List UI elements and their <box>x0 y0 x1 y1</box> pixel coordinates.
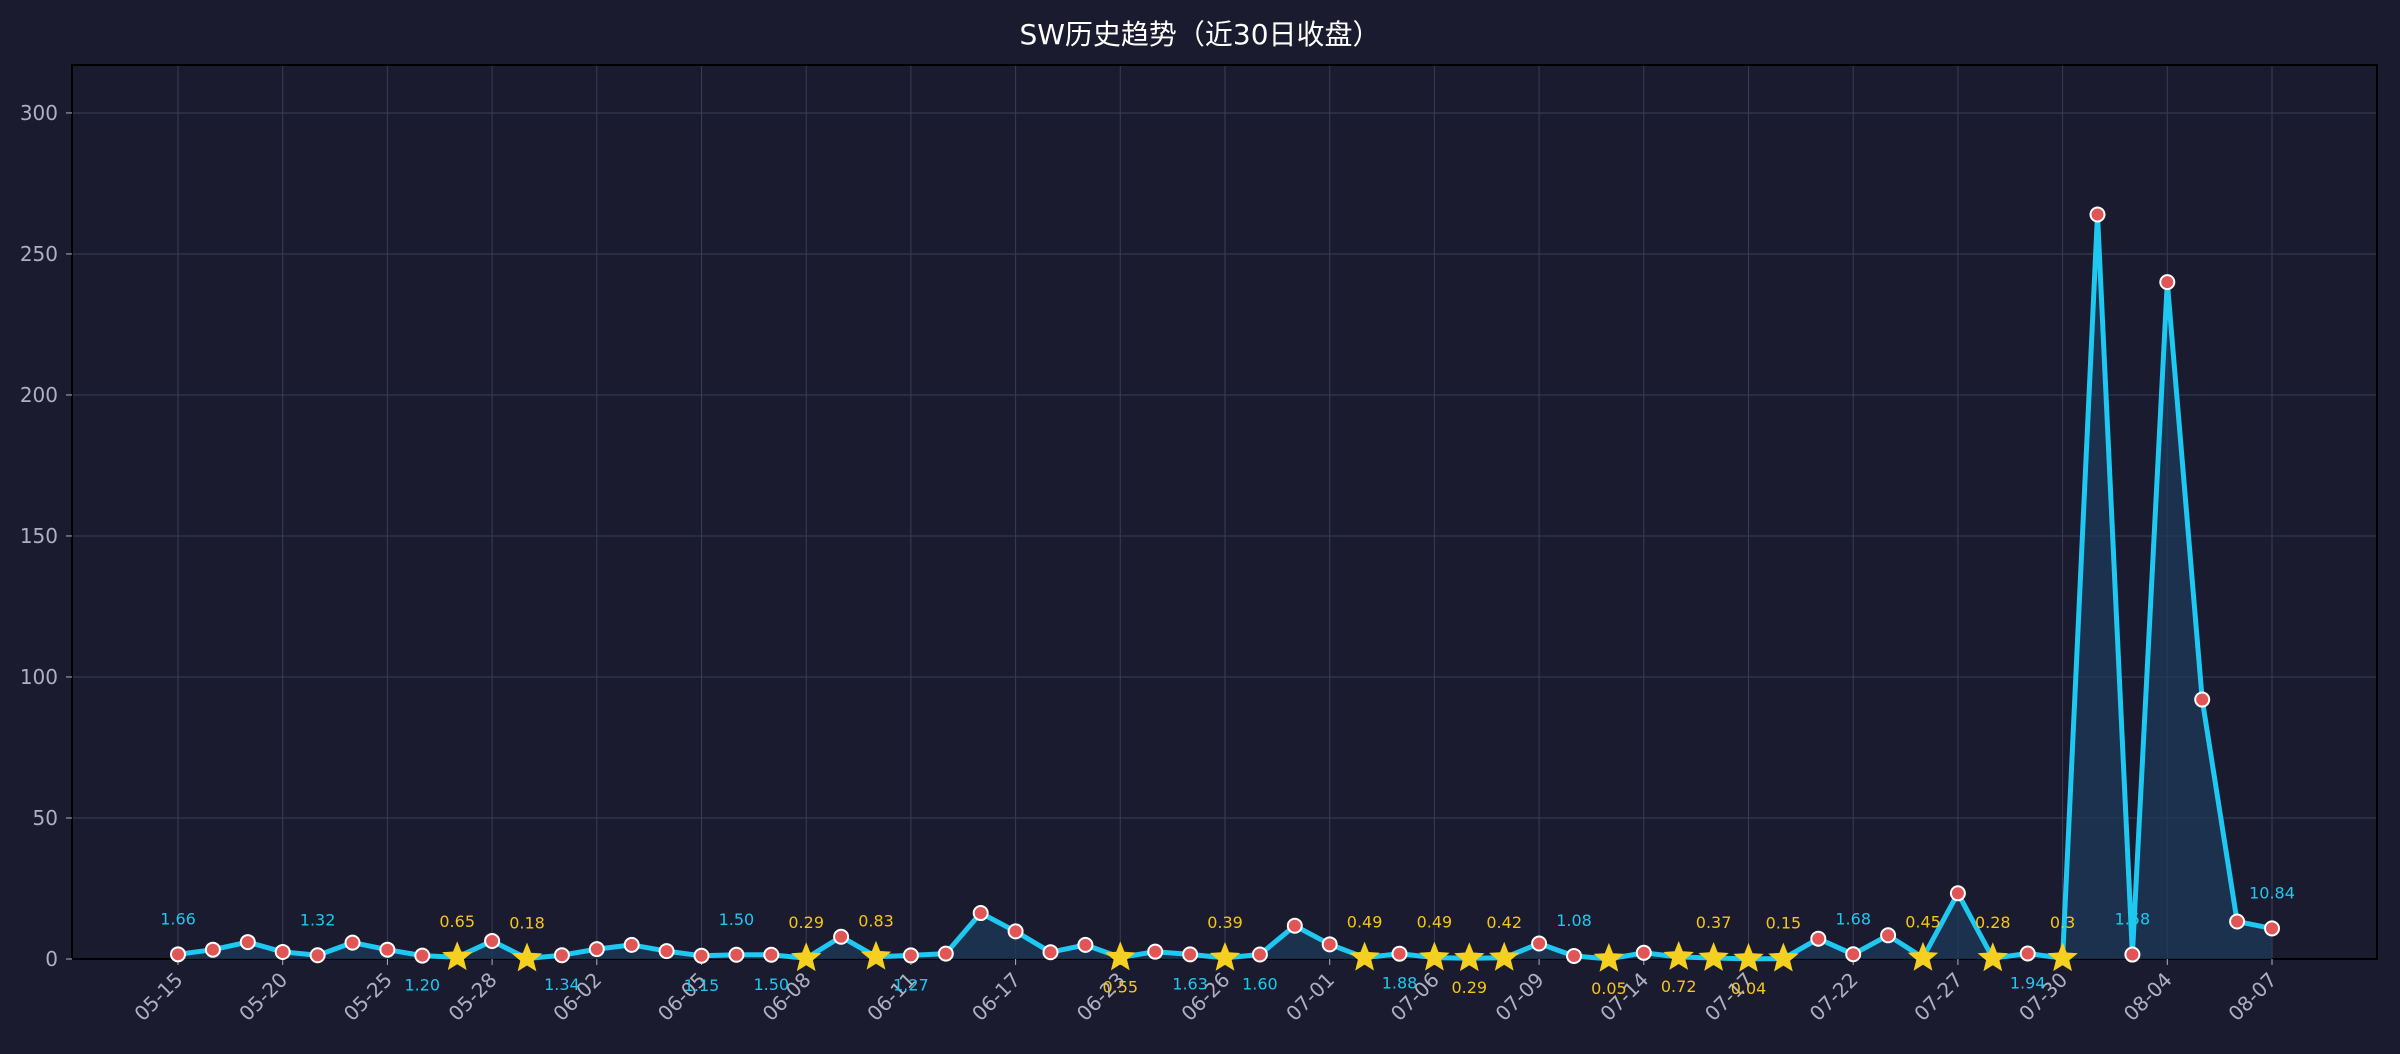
data-label: 0.37 <box>1696 913 1732 932</box>
data-point <box>1007 923 1024 940</box>
data-label: 0.39 <box>1207 913 1243 932</box>
data-point <box>170 946 186 963</box>
data-point <box>693 947 710 964</box>
data-label: 1.66 <box>160 909 196 928</box>
data-point <box>1810 930 1827 947</box>
data-point <box>1531 935 1548 952</box>
data-point <box>2089 206 2106 223</box>
data-point <box>1147 943 1164 960</box>
data-point <box>2019 945 2036 962</box>
data-label: 1.20 <box>404 976 440 995</box>
data-label: 1.32 <box>300 910 336 929</box>
data-label: 1.88 <box>1382 974 1418 993</box>
chart-background <box>0 0 2400 1050</box>
data-label: 0.45 <box>1905 913 1941 932</box>
data-point <box>1182 946 1199 963</box>
data-point <box>1042 944 1059 961</box>
y-tick-label: 50 <box>33 806 58 830</box>
data-label: 1.50 <box>719 910 755 929</box>
y-tick-label: 0 <box>45 947 58 971</box>
data-point <box>1286 917 1303 934</box>
data-point <box>658 943 675 960</box>
chart-container: SW历史趋势（近30日收盘） 0 50 100 150 200 250 300 05-15 0… <box>0 0 2400 1050</box>
data-label: 0.49 <box>1417 913 1453 932</box>
y-tick-label: 100 <box>20 665 58 689</box>
y-tick-label: 250 <box>20 242 58 266</box>
data-label: 0.18 <box>509 913 545 932</box>
data-label: 0.55 <box>1102 977 1138 996</box>
data-label: 1.58 <box>2115 910 2151 929</box>
data-point <box>833 928 850 945</box>
data-label: 0.65 <box>439 912 475 931</box>
data-point <box>553 947 570 964</box>
data-point <box>902 947 919 964</box>
data-point <box>2124 946 2141 963</box>
data-label: 0.04 <box>1731 979 1767 998</box>
data-label: 0.28 <box>1975 913 2011 932</box>
data-label: 1.68 <box>1835 909 1871 928</box>
data-point <box>1251 946 1268 963</box>
data-label: 0.3 <box>2050 913 2075 932</box>
data-point <box>2159 274 2176 291</box>
data-point <box>274 943 291 960</box>
data-label: 1.63 <box>1172 974 1208 993</box>
data-point <box>1077 936 1094 953</box>
data-point <box>763 946 780 963</box>
y-tick-label: 200 <box>20 383 58 407</box>
data-point <box>204 941 221 958</box>
line-chart: SW历史趋势（近30日收盘） 050100150200250300 05-15 0… <box>0 0 2400 1050</box>
data-point <box>2264 920 2280 937</box>
data-label: 1.60 <box>1242 974 1278 993</box>
data-point <box>344 934 361 951</box>
data-point <box>2229 913 2246 930</box>
data-point <box>309 947 326 964</box>
data-label: 0.15 <box>1766 914 1802 933</box>
data-point <box>1845 946 1862 963</box>
data-point <box>1566 947 1582 964</box>
data-point <box>484 932 501 949</box>
data-point <box>379 941 396 958</box>
y-tick-label: 300 <box>20 101 58 125</box>
data-label: 0.72 <box>1661 977 1697 996</box>
data-point <box>239 934 256 951</box>
data-label: 1.08 <box>1556 911 1592 930</box>
data-point <box>2194 691 2211 708</box>
data-point <box>972 905 989 922</box>
data-label: 1.50 <box>753 975 789 994</box>
data-point <box>588 941 605 958</box>
data-point <box>1635 944 1652 961</box>
data-label: 1.94 <box>2010 974 2046 993</box>
data-point <box>728 946 745 963</box>
data-label: 10.84 <box>2249 883 2295 902</box>
data-point <box>1391 945 1408 962</box>
data-label: 0.83 <box>858 912 894 931</box>
data-label: 0.49 <box>1347 913 1383 932</box>
data-point <box>1321 936 1338 953</box>
data-point <box>1880 927 1897 944</box>
data-label: 1.15 <box>684 976 720 995</box>
data-point <box>623 936 640 953</box>
data-point <box>937 945 954 962</box>
data-point <box>414 947 431 964</box>
data-label: 1.27 <box>893 975 929 994</box>
y-tick-label: 150 <box>20 524 58 548</box>
data-label: 0.42 <box>1486 913 1522 932</box>
data-label: 0.05 <box>1591 979 1627 998</box>
chart-title: SW历史趋势（近30日收盘） <box>1019 18 1380 51</box>
data-point <box>1949 885 1966 902</box>
data-label: 0.29 <box>788 913 824 932</box>
data-label: 1.34 <box>544 975 580 994</box>
data-label: 0.29 <box>1451 978 1487 997</box>
